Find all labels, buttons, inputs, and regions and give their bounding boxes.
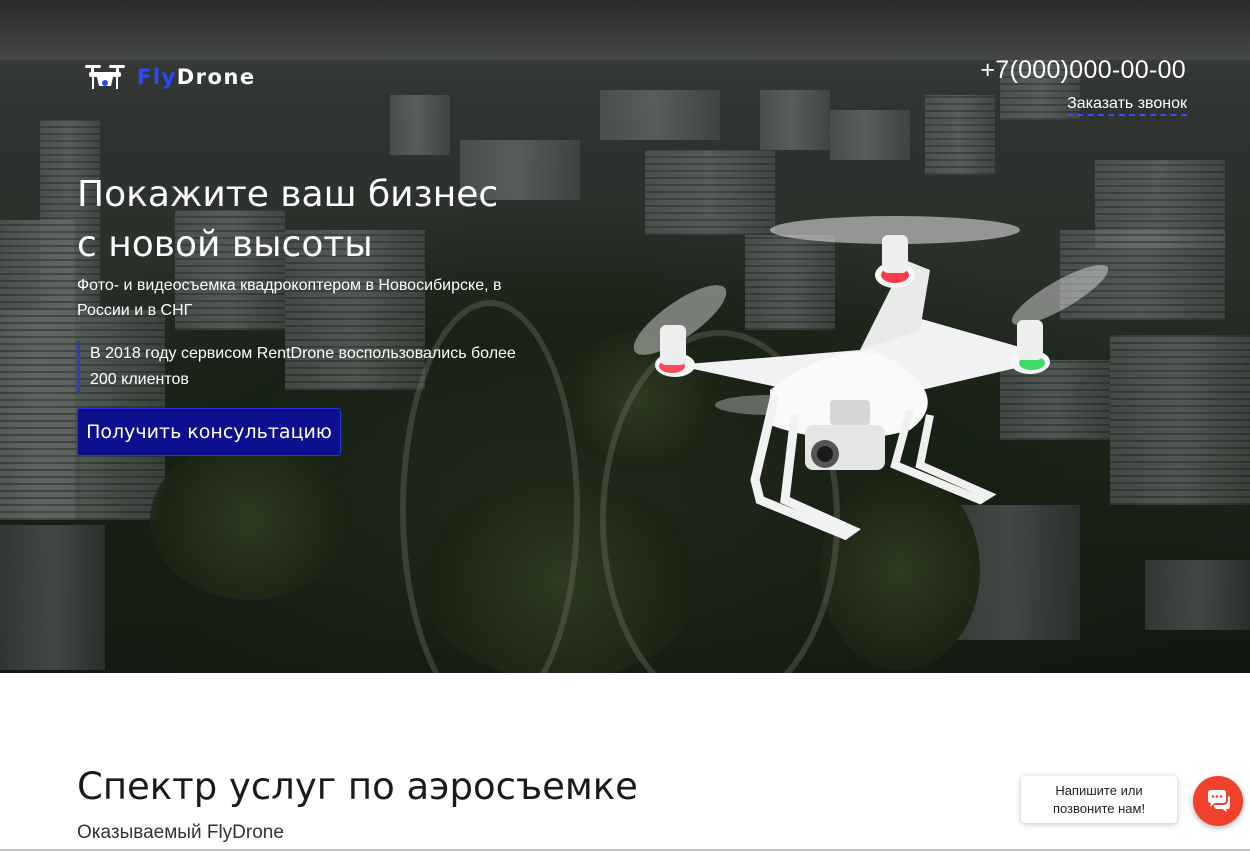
callback-link[interactable]: Заказать звонок bbox=[1067, 95, 1187, 116]
logo-text-drone: Drone bbox=[176, 65, 256, 89]
services-title: Спектр услуг по аэросъемке bbox=[77, 765, 638, 808]
hero-sky bbox=[0, 0, 1250, 60]
hero-subheading: Фото- и видеосъемка квадрокоптером в Нов… bbox=[77, 277, 502, 319]
hero-headline-line2: с новой высоты bbox=[77, 224, 373, 265]
hero-clients-note: В 2018 году сервисом RentDrone воспользо… bbox=[77, 341, 537, 393]
logo[interactable]: FlyDrone bbox=[83, 62, 256, 92]
logo-text-fly: Fly bbox=[137, 65, 177, 89]
drone-image bbox=[633, 216, 1109, 541]
hero-section: FlyDrone +7(000)000-00-00 Заказать звоно… bbox=[0, 0, 1250, 673]
phone-number[interactable]: +7(000)000-00-00 bbox=[980, 56, 1186, 85]
drone-logo-icon bbox=[85, 65, 125, 89]
chat-prompt-line2: позвоните нам! bbox=[1052, 801, 1146, 816]
services-subtitle: Оказываемый FlyDrone bbox=[77, 822, 284, 843]
chat-prompt-bubble[interactable]: Напишите или позвоните нам! bbox=[1021, 776, 1177, 823]
hero-headline: Покажите ваш бизнес с новой высоты bbox=[77, 170, 597, 270]
hero-headline-line1: Покажите ваш бизнес bbox=[77, 174, 499, 215]
chat-icon bbox=[1208, 790, 1230, 812]
logo-text: FlyDrone bbox=[137, 65, 256, 89]
get-consultation-button[interactable]: Получить консультацию bbox=[77, 408, 341, 456]
chat-prompt-line1: Напишите или bbox=[1055, 783, 1143, 798]
chat-button[interactable] bbox=[1193, 776, 1243, 826]
